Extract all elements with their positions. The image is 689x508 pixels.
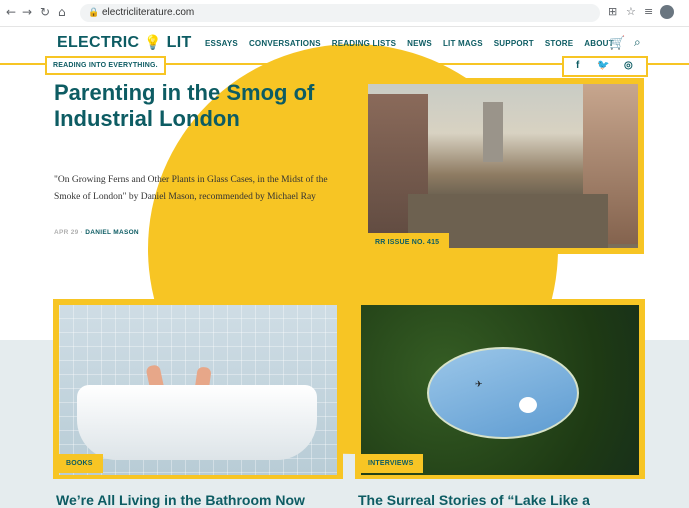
twitter-icon[interactable]: 🐦 xyxy=(597,60,609,71)
hero-image-frame[interactable]: RR ISSUE NO. 415 xyxy=(362,78,644,254)
reload-icon[interactable]: ↻ xyxy=(40,5,50,19)
mirror-image[interactable]: ✈ xyxy=(361,305,639,475)
logo-text-left: ELECTRIC xyxy=(57,34,140,51)
facebook-icon[interactable]: f xyxy=(576,60,579,71)
image-spire xyxy=(483,102,503,162)
image-mirror-oval xyxy=(427,347,579,439)
site-logo[interactable]: ELECTRIC 💡 LIT xyxy=(57,34,192,52)
instagram-icon[interactable]: ◎ xyxy=(624,60,633,71)
avatar[interactable] xyxy=(660,5,674,19)
image-cloud xyxy=(519,397,537,413)
main-nav: ESSAYS CONVERSATIONS READING LISTS NEWS … xyxy=(205,39,614,48)
nav-item-essays[interactable]: ESSAYS xyxy=(205,39,238,48)
forward-arrow-icon[interactable]: → xyxy=(22,5,32,19)
image-tub xyxy=(77,385,317,460)
playlist-icon[interactable]: ≡ xyxy=(644,5,653,18)
article-card-interviews[interactable]: ✈ INTERVIEWS xyxy=(355,299,645,479)
hero-author[interactable]: DANIEL MASON xyxy=(85,229,139,236)
social-links: f 🐦 ◎ xyxy=(562,56,648,77)
lock-icon: 🔒 xyxy=(88,7,100,17)
hero-subtitle: "On Growing Ferns and Other Plants in Gl… xyxy=(54,175,328,202)
card-category-badge[interactable]: BOOKS xyxy=(56,454,103,473)
bathtub-image[interactable] xyxy=(59,305,337,475)
browser-toolbar: ← → ↻ ⌂ 🔒 electricliterature.com ⊞ ☆ ≡ xyxy=(0,0,689,27)
cart-icon[interactable]: 🛒 xyxy=(609,35,625,51)
translate-icon[interactable]: ⊞ xyxy=(608,5,617,18)
bird-icon: ✈ xyxy=(475,379,483,389)
nav-item-news[interactable]: NEWS xyxy=(407,39,432,48)
address-bar[interactable]: 🔒 electricliterature.com xyxy=(80,4,600,22)
nav-item-conversations[interactable]: CONVERSATIONS xyxy=(249,39,321,48)
hero-category-badge[interactable]: RR ISSUE NO. 415 xyxy=(365,233,450,252)
nav-item-support[interactable]: SUPPORT xyxy=(494,39,534,48)
article-card-books[interactable]: BOOKS xyxy=(53,299,343,479)
logo-text-right: LIT xyxy=(166,34,192,51)
hero-image[interactable] xyxy=(368,84,638,248)
card-category-badge[interactable]: INTERVIEWS xyxy=(358,454,424,473)
search-icon[interactable]: ⌕ xyxy=(634,35,641,50)
card-title[interactable]: We’re All Living in the Bathroom Now xyxy=(56,492,305,508)
hero-headline[interactable]: Parenting in the Smog of Industrial Lond… xyxy=(54,80,354,132)
star-icon[interactable]: ☆ xyxy=(626,5,636,18)
home-icon[interactable]: ⌂ xyxy=(58,5,66,19)
nav-item-lit-mags[interactable]: LIT MAGS xyxy=(443,39,483,48)
card-title[interactable]: The Surreal Stories of “Lake Like a xyxy=(358,492,590,508)
hero-meta: APR 29 · DANIEL MASON xyxy=(54,229,139,236)
lightbulb-icon: 💡 xyxy=(144,34,162,50)
tagline: READING INTO EVERYTHING. xyxy=(45,56,166,75)
hero-date: APR 29 · xyxy=(54,229,84,236)
back-arrow-icon[interactable]: ← xyxy=(6,5,16,19)
nav-item-store[interactable]: STORE xyxy=(545,39,573,48)
url-text[interactable]: electricliterature.com xyxy=(102,7,194,18)
nav-item-reading-lists[interactable]: READING LISTS xyxy=(332,39,396,48)
